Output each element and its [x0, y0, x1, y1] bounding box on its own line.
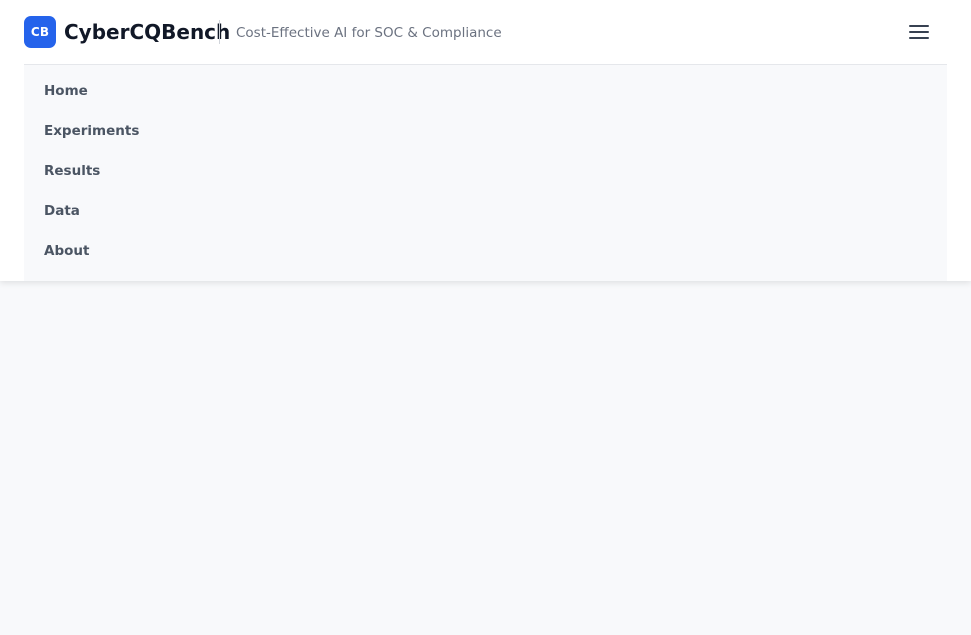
nav-item-results[interactable]: Results [44, 162, 100, 180]
site-header: CB CyberCQBench Cost-Effective AI for SO… [0, 0, 971, 281]
hamburger-menu-icon [909, 25, 929, 39]
nav-item-data[interactable]: Data [44, 202, 80, 220]
nav-item-about[interactable]: About [44, 242, 89, 260]
header-divider [219, 20, 220, 44]
brand-tagline: Cost-Effective AI for SOC & Compliance [236, 25, 502, 41]
nav-item-home[interactable]: Home [44, 82, 88, 100]
brand-name[interactable]: CyberCQBench [64, 19, 230, 45]
hamburger-menu-button[interactable] [907, 20, 931, 44]
mobile-nav-menu: Home Experiments Results Data About [24, 65, 947, 281]
top-bar: CB CyberCQBench Cost-Effective AI for SO… [24, 0, 947, 65]
nav-item-experiments[interactable]: Experiments [44, 122, 139, 140]
logo-badge[interactable]: CB [24, 16, 56, 48]
